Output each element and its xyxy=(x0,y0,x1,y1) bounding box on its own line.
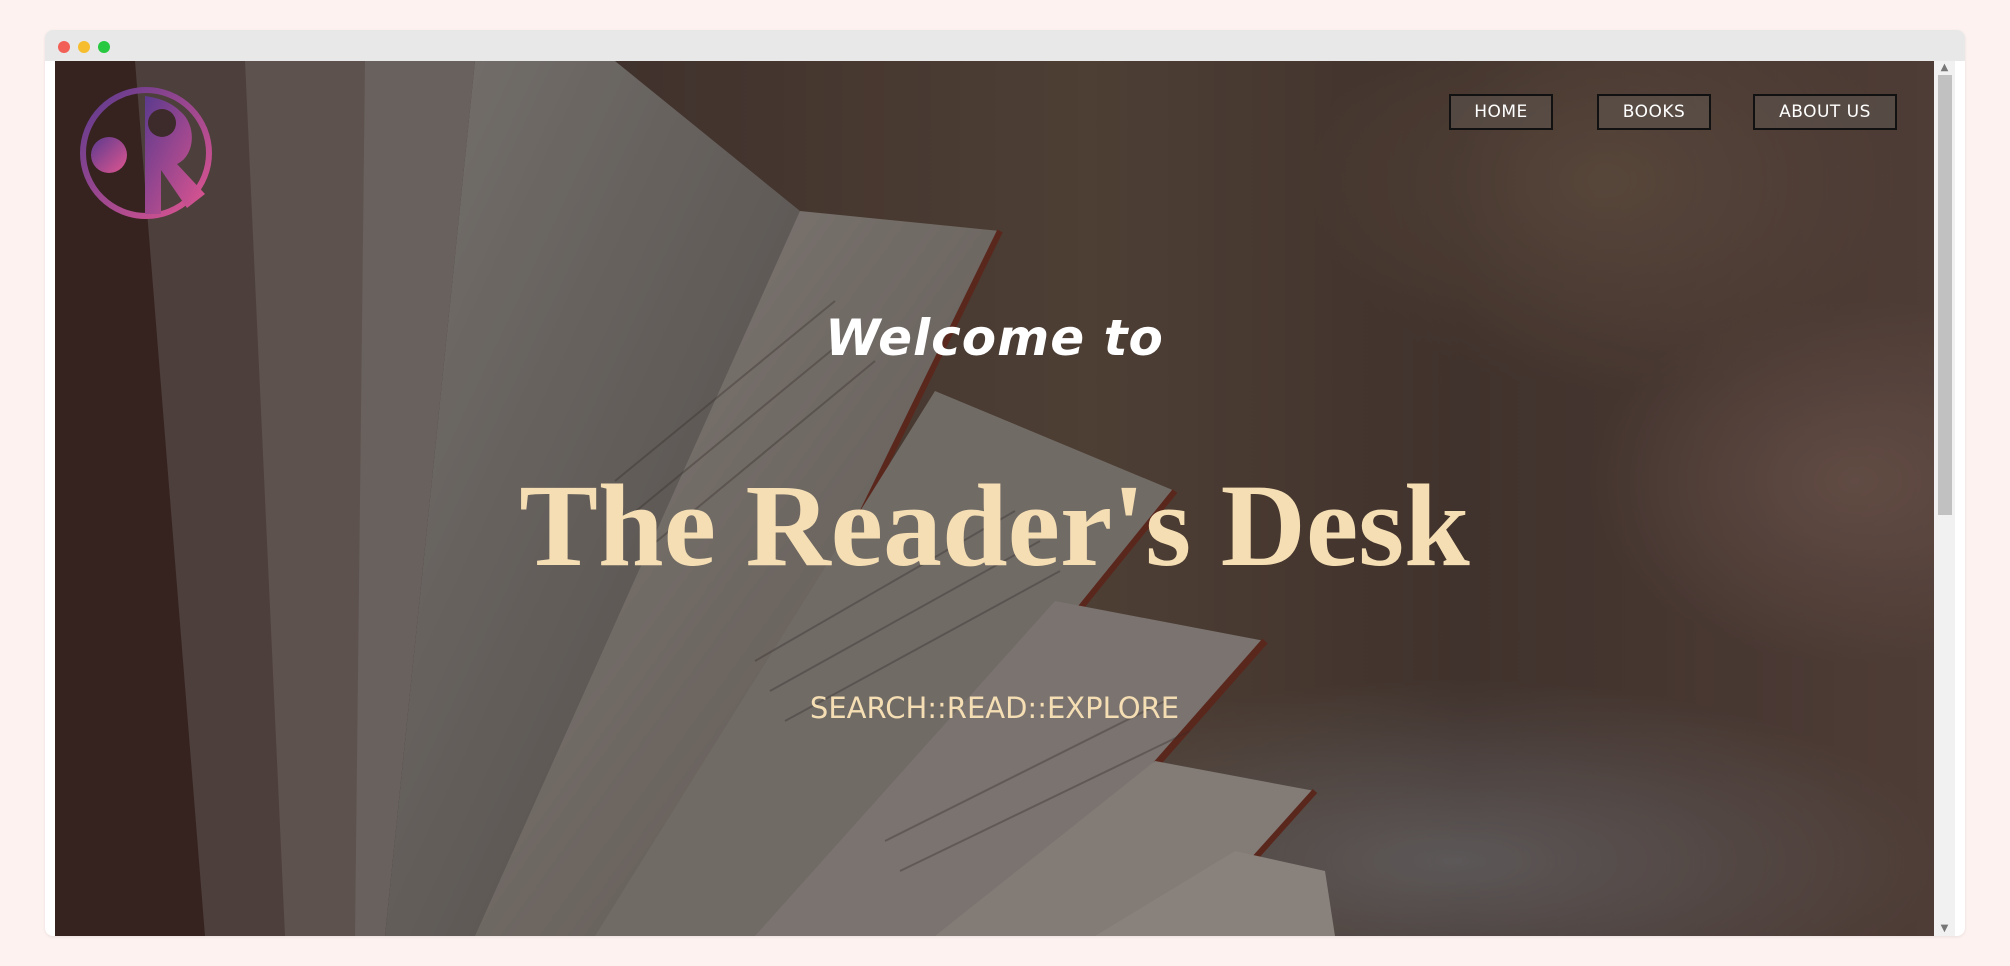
page-viewport: HOME BOOKS ABOUT US Welcome to The Reade… xyxy=(55,61,1934,936)
nav-books-button[interactable]: BOOKS xyxy=(1597,94,1711,130)
maximize-window-button[interactable] xyxy=(98,41,110,53)
scroll-down-arrow-icon[interactable]: ▼ xyxy=(1934,922,1955,936)
hero-tagline: SEARCH::READ::EXPLORE xyxy=(809,691,1180,725)
browser-window: HOME BOOKS ABOUT US Welcome to The Reade… xyxy=(45,30,1965,936)
close-window-button[interactable] xyxy=(58,41,70,53)
nav-about-us-button[interactable]: ABOUT US xyxy=(1753,94,1897,130)
hero-welcome-text: Welcome to xyxy=(825,309,1164,367)
page-scrollbar[interactable]: ▲ ▼ xyxy=(1934,61,1955,936)
readers-desk-logo-icon[interactable] xyxy=(79,86,213,220)
scroll-thumb[interactable] xyxy=(1938,75,1952,515)
scroll-up-arrow-icon[interactable]: ▲ xyxy=(1934,61,1955,75)
nav-home-button[interactable]: HOME xyxy=(1449,94,1553,130)
window-titlebar xyxy=(45,30,1965,61)
minimize-window-button[interactable] xyxy=(78,41,90,53)
hero-title: The Reader's Desk xyxy=(519,460,1470,591)
